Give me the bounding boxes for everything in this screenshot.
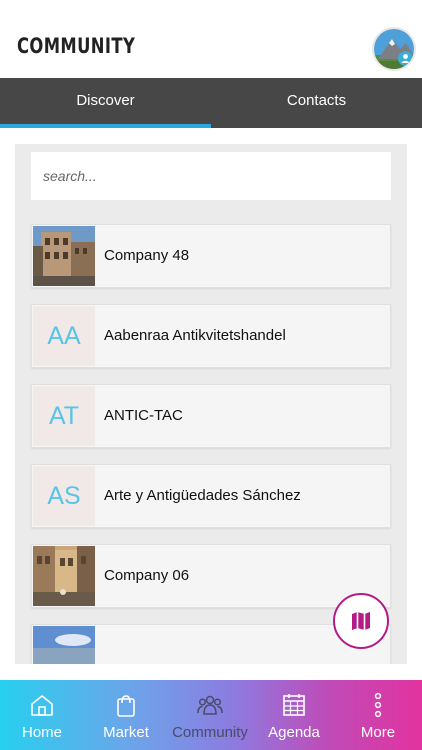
nav-community[interactable]: Community <box>168 680 252 750</box>
search-input[interactable] <box>31 152 391 200</box>
tab-contacts[interactable]: Contacts <box>211 78 422 128</box>
app-header: COMMUNITY <box>0 0 422 78</box>
nav-market-label: Market <box>103 724 149 741</box>
calendar-icon <box>283 694 305 716</box>
user-badge-icon <box>398 51 413 66</box>
map-button[interactable] <box>333 593 389 649</box>
street-photo <box>33 546 95 606</box>
initials-avatar: AT <box>33 386 95 446</box>
tab-bar: Discover Contacts <box>0 78 422 128</box>
avatar[interactable] <box>372 27 416 71</box>
item-name: Company 48 <box>104 247 190 264</box>
tab-discover[interactable]: Discover <box>0 78 211 128</box>
list-item[interactable]: Company 06 <box>31 544 391 608</box>
list-item[interactable]: AA Aabenraa Antikvitetshandel <box>31 304 391 368</box>
sky-photo <box>33 626 95 664</box>
item-name: Aabenraa Antikvitetshandel <box>104 327 286 344</box>
more-icon <box>374 692 382 718</box>
nav-community-label: Community <box>172 724 248 741</box>
initials-avatar: AA <box>33 306 95 366</box>
building-photo <box>33 226 95 286</box>
bag-icon <box>117 695 135 717</box>
nav-market[interactable]: Market <box>84 680 168 750</box>
item-name: Company 06 <box>104 567 190 584</box>
initials-avatar: AS <box>33 466 95 526</box>
nav-home-label: Home <box>21 724 62 741</box>
people-icon <box>197 695 223 715</box>
map-icon <box>352 612 370 630</box>
nav-home[interactable]: Home <box>0 680 84 750</box>
bottom-nav: Home Market Community Agenda More <box>0 680 422 750</box>
page-title: COMMUNITY <box>17 34 136 58</box>
nav-more-label: More <box>360 724 396 741</box>
list-item[interactable]: AT ANTIC-TAC <box>31 384 391 448</box>
discover-panel: Company 48 AA Aabenraa Antikvitetshandel… <box>15 144 407 664</box>
nav-agenda[interactable]: Agenda <box>252 680 336 750</box>
item-name: Arte y Antigüedades Sánchez <box>104 487 301 504</box>
item-name: ANTIC-TAC <box>104 407 183 424</box>
tab-indicator <box>0 124 211 128</box>
home-icon <box>31 695 53 716</box>
list-item[interactable]: AS Arte y Antigüedades Sánchez <box>31 464 391 528</box>
list-item[interactable]: Company 48 <box>31 224 391 288</box>
nav-more[interactable]: More <box>336 680 420 750</box>
nav-agenda-label: Agenda <box>268 724 320 741</box>
